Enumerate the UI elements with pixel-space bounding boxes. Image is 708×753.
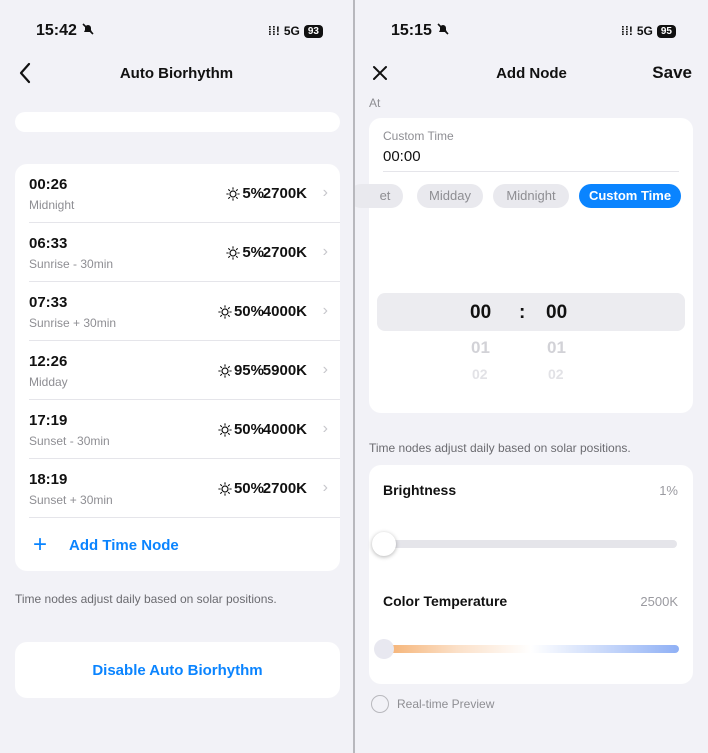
wheel-minute[interactable]: 00 xyxy=(546,302,567,324)
time-node-list: 00:26 Midnight 5% 2700K › 06:33 Sunrise - 30mi… xyxy=(15,164,340,571)
battery-badge: 93 xyxy=(303,24,323,38)
node-brightness: 5% xyxy=(226,185,264,202)
custom-time-label: Custom Time xyxy=(383,129,454,143)
node-time: 18:19 xyxy=(29,471,68,488)
color-temperature-label: Color Temperature xyxy=(383,593,508,609)
mute-icon xyxy=(82,23,94,35)
custom-time-underline xyxy=(383,171,679,172)
time-node-row[interactable]: 06:33 Sunrise - 30min 5% 2700K › xyxy=(15,223,340,282)
time-node-row[interactable]: 18:19 Sunset + 30min 50% 2700K › xyxy=(15,459,340,518)
battery-badge: 95 xyxy=(656,24,676,38)
status-indicators: ⁞⁞! 5G 93 xyxy=(268,24,323,38)
time-wheel-selection[interactable] xyxy=(377,293,685,331)
chevron-right-icon: › xyxy=(322,302,328,319)
node-time: 07:33 xyxy=(29,294,68,311)
time-node-row[interactable]: 00:26 Midnight 5% 2700K › xyxy=(15,164,340,223)
sun-icon xyxy=(226,245,241,260)
realtime-preview-label[interactable]: Real-time Preview xyxy=(397,697,494,711)
network-type: 5G xyxy=(283,24,300,38)
solar-hint: Time nodes adjust daily based on solar p… xyxy=(369,441,631,455)
wheel-hour-next[interactable]: 01 xyxy=(471,338,490,358)
brightness-value: 1% xyxy=(659,483,678,498)
node-color-temperature: 4000K xyxy=(262,303,307,320)
node-brightness: 50% xyxy=(218,421,264,438)
chevron-right-icon: › xyxy=(322,361,328,378)
chevron-right-icon: › xyxy=(322,479,328,496)
node-label: Sunset + 30min xyxy=(29,493,113,507)
node-brightness: 5% xyxy=(226,244,264,261)
save-button[interactable]: Save xyxy=(652,63,692,83)
node-color-temperature: 2700K xyxy=(262,244,307,261)
preset-chip-midnight[interactable]: Midnight xyxy=(493,184,569,208)
status-time: 15:15 xyxy=(391,22,450,40)
sun-icon xyxy=(226,186,241,201)
sun-icon xyxy=(218,481,232,496)
chevron-right-icon: › xyxy=(322,184,328,201)
add-time-node-button[interactable]: Add Time Node xyxy=(69,537,179,554)
wheel-minute-next[interactable]: 01 xyxy=(547,338,566,358)
plus-icon[interactable]: + xyxy=(33,533,47,557)
custom-time-value[interactable]: 00:00 xyxy=(383,148,421,165)
auto-biorhythm-screen: 15:42 ⁞⁞! 5G 93 Auto Biorhythm 00:26 Midn… xyxy=(0,0,353,753)
wheel-hour[interactable]: 00 xyxy=(470,302,491,324)
brightness-thumb[interactable] xyxy=(371,532,396,556)
node-brightness: 95% xyxy=(218,362,264,379)
disable-auto-biorhythm-button[interactable]: Disable Auto Biorhythm xyxy=(15,662,340,679)
wheel-minute-next2[interactable]: 02 xyxy=(548,366,564,380)
wheel-hour-next2[interactable]: 02 xyxy=(472,366,488,380)
previous-card xyxy=(15,112,340,132)
preset-chip-custom-time[interactable]: Custom Time xyxy=(579,184,681,208)
node-brightness: 50% xyxy=(218,303,264,320)
page-title: Auto Biorhythm xyxy=(119,65,234,82)
brightness-label: Brightness xyxy=(383,482,457,498)
sun-icon xyxy=(218,422,232,437)
node-label: Midday xyxy=(29,375,68,389)
brightness-track[interactable] xyxy=(383,540,677,548)
sun-icon xyxy=(218,363,232,378)
node-label: Midnight xyxy=(29,198,75,212)
solar-hint: Time nodes adjust daily based on solar p… xyxy=(15,592,277,606)
node-time: 12:26 xyxy=(29,353,68,370)
status-indicators: ⁞⁞! 5G 95 xyxy=(621,24,676,38)
color-temperature-thumb[interactable] xyxy=(374,639,394,659)
node-color-temperature: 2700K xyxy=(262,185,307,202)
mute-icon xyxy=(437,23,449,35)
node-color-temperature: 2700K xyxy=(262,480,307,497)
signal-icon: ⁞⁞! xyxy=(620,24,633,38)
chevron-right-icon: › xyxy=(322,243,328,260)
node-label: Sunrise - 30min xyxy=(29,257,114,271)
preset-chip-midday[interactable]: Midday xyxy=(417,184,483,208)
disable-card: Disable Auto Biorhythm xyxy=(15,642,340,698)
node-brightness: 50% xyxy=(218,480,264,497)
node-label: Sunset - 30min xyxy=(29,434,110,448)
signal-icon: ⁞⁞! xyxy=(267,24,280,38)
row-divider xyxy=(29,517,340,518)
preset-chip-sunset[interactable]: et xyxy=(355,184,403,208)
add-node-screen: 15:15 ⁞⁞! 5G 95 Add Node Save At Custom … xyxy=(355,0,708,753)
color-temperature-value: 2500K xyxy=(640,594,678,609)
network-type: 5G xyxy=(636,24,653,38)
time-node-row[interactable]: 07:33 Sunrise + 30min 50% 4000K › xyxy=(15,282,340,341)
time-node-row[interactable]: 12:26 Midday 95% 5900K › xyxy=(15,341,340,400)
node-time: 00:26 xyxy=(29,176,68,193)
preview-radio[interactable] xyxy=(371,695,389,713)
chevron-right-icon: › xyxy=(322,420,328,437)
time-node-row[interactable]: 17:19 Sunset - 30min 50% 4000K › xyxy=(15,400,340,459)
at-label: At xyxy=(369,96,381,110)
color-temperature-track[interactable] xyxy=(383,645,679,653)
node-time: 17:19 xyxy=(29,412,68,429)
node-color-temperature: 5900K xyxy=(262,362,307,379)
node-color-temperature: 4000K xyxy=(262,421,307,438)
node-label: Sunrise + 30min xyxy=(29,316,117,330)
wheel-separator: : xyxy=(519,302,526,323)
node-time: 06:33 xyxy=(29,235,68,252)
sun-icon xyxy=(218,304,232,319)
status-time: 15:42 xyxy=(36,22,95,40)
